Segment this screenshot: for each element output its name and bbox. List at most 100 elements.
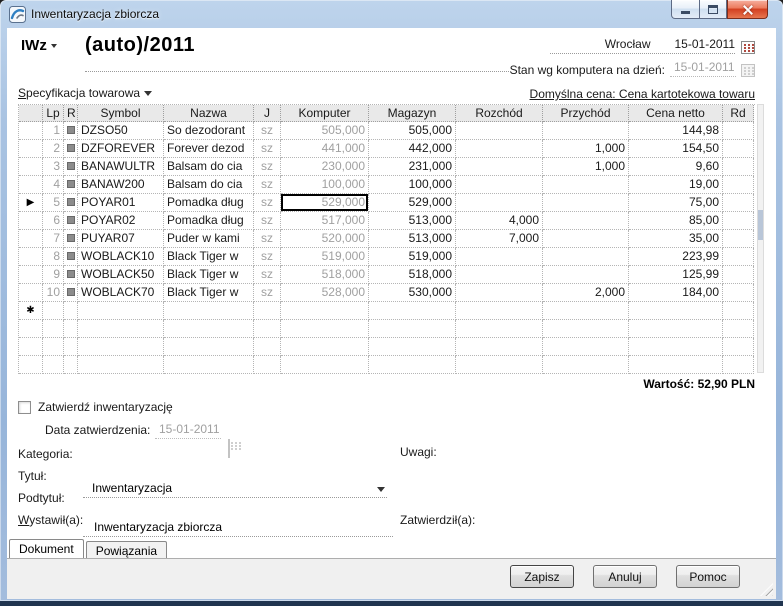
cell-symbol[interactable]: BANAW200 (78, 176, 164, 194)
cell-rd[interactable] (723, 212, 754, 230)
cell-r[interactable] (64, 230, 78, 248)
row-marker[interactable] (19, 158, 43, 176)
cell-rd[interactable] (723, 122, 754, 140)
cell-cena-netto[interactable]: 184,00 (629, 284, 723, 302)
cell-przychod[interactable] (543, 176, 629, 194)
cell-j[interactable]: sz (254, 266, 281, 284)
cell-j[interactable]: sz (254, 230, 281, 248)
cell-komputer[interactable]: 441,000 (281, 140, 369, 158)
cell-cena-netto[interactable]: 125,99 (629, 266, 723, 284)
cell-magazyn[interactable]: 231,000 (369, 158, 456, 176)
row-marker[interactable] (19, 230, 43, 248)
cell-symbol[interactable]: POYAR02 (78, 212, 164, 230)
cell-r[interactable] (64, 140, 78, 158)
row-marker[interactable] (19, 122, 43, 140)
approve-checkbox[interactable] (18, 401, 31, 414)
new-row-cell[interactable] (456, 302, 543, 320)
cell-rd[interactable] (723, 140, 754, 158)
new-row-cell[interactable] (164, 302, 254, 320)
cell-rozchod[interactable]: 4,000 (456, 212, 543, 230)
spec-dropdown[interactable]: Specyfikacja towarowa (18, 86, 152, 100)
cell-magazyn[interactable]: 518,000 (369, 266, 456, 284)
cell-lp[interactable]: 7 (43, 230, 64, 248)
cell-symbol[interactable]: WOBLACK10 (78, 248, 164, 266)
cell-j[interactable]: sz (254, 176, 281, 194)
cell-magazyn[interactable]: 100,000 (369, 176, 456, 194)
cell-cena-netto[interactable]: 75,00 (629, 194, 723, 212)
cell-komputer[interactable]: 528,000 (281, 284, 369, 302)
cell-rozchod[interactable]: 7,000 (456, 230, 543, 248)
cell-nazwa[interactable]: Black Tiger w (164, 266, 254, 284)
cell-przychod[interactable] (543, 122, 629, 140)
cell-magazyn[interactable]: 513,000 (369, 212, 456, 230)
tab-dokument[interactable]: Dokument (9, 539, 84, 558)
cell-rd[interactable] (723, 158, 754, 176)
cancel-button[interactable]: Anuluj (593, 565, 657, 588)
cell-cena-netto[interactable]: 9,60 (629, 158, 723, 176)
cell-cena-netto[interactable]: 19,00 (629, 176, 723, 194)
cell-przychod[interactable]: 1,000 (543, 158, 629, 176)
cell-przychod[interactable] (543, 194, 629, 212)
cell-r[interactable] (64, 248, 78, 266)
row-marker[interactable] (19, 266, 43, 284)
cell-j[interactable]: sz (254, 122, 281, 140)
cell-lp[interactable]: 10 (43, 284, 64, 302)
cell-nazwa[interactable]: Black Tiger w (164, 248, 254, 266)
cell-magazyn[interactable]: 530,000 (369, 284, 456, 302)
row-marker[interactable] (19, 248, 43, 266)
cell-lp[interactable]: 4 (43, 176, 64, 194)
cell-j[interactable]: sz (254, 248, 281, 266)
cell-magazyn[interactable]: 519,000 (369, 248, 456, 266)
new-row-cell[interactable] (543, 302, 629, 320)
cell-komputer[interactable]: 529,000 (281, 194, 369, 212)
cell-lp[interactable]: 3 (43, 158, 64, 176)
cell-lp[interactable]: 5 (43, 194, 64, 212)
cell-symbol[interactable]: WOBLACK50 (78, 266, 164, 284)
resize-grip-icon[interactable] (760, 583, 773, 596)
calendar-icon[interactable] (741, 41, 755, 54)
help-button[interactable]: Pomoc (676, 565, 740, 588)
cell-cena-netto[interactable]: 35,00 (629, 230, 723, 248)
cell-magazyn[interactable]: 442,000 (369, 140, 456, 158)
close-button[interactable] (727, 0, 768, 19)
cell-r[interactable] (64, 284, 78, 302)
cell-r[interactable] (64, 266, 78, 284)
cell-nazwa[interactable]: Pomadka dług (164, 212, 254, 230)
default-price-link[interactable]: Domyślna cena: Cena kartotekowa towaru (530, 87, 755, 101)
new-row-cell[interactable] (629, 302, 723, 320)
cell-rozchod[interactable] (456, 194, 543, 212)
cell-symbol[interactable]: PUYAR07 (78, 230, 164, 248)
cell-komputer[interactable]: 505,000 (281, 122, 369, 140)
approve-checkbox-row[interactable]: Zatwierdź inwentaryzację (18, 400, 173, 414)
new-row-cell[interactable] (369, 302, 456, 320)
cell-przychod[interactable]: 2,000 (543, 284, 629, 302)
cell-rd[interactable] (723, 266, 754, 284)
cell-rozchod[interactable] (456, 158, 543, 176)
cell-komputer[interactable]: 230,000 (281, 158, 369, 176)
titlebar[interactable]: Inwentaryzacja zbiorcza (0, 0, 783, 28)
cell-symbol[interactable]: BANAWULTR (78, 158, 164, 176)
category-dropdown-arrow-icon[interactable] (377, 487, 385, 492)
row-marker[interactable] (19, 176, 43, 194)
cell-j[interactable]: sz (254, 140, 281, 158)
save-button[interactable]: Zapisz (510, 565, 574, 588)
cell-symbol[interactable]: DZSO50 (78, 122, 164, 140)
cell-r[interactable] (64, 176, 78, 194)
cell-cena-netto[interactable]: 223,99 (629, 248, 723, 266)
maximize-button[interactable] (700, 0, 727, 19)
cell-rozchod[interactable] (456, 248, 543, 266)
cell-j[interactable]: sz (254, 194, 281, 212)
cell-magazyn[interactable]: 505,000 (369, 122, 456, 140)
cell-przychod[interactable] (543, 266, 629, 284)
new-row-cell[interactable] (281, 302, 369, 320)
cell-rozchod[interactable] (456, 140, 543, 158)
cell-rd[interactable] (723, 248, 754, 266)
cell-cena-netto[interactable]: 154,50 (629, 140, 723, 158)
minimize-button[interactable] (671, 0, 700, 19)
cell-cena-netto[interactable]: 144,98 (629, 122, 723, 140)
new-row-asterisk-icon[interactable]: ✱ (19, 302, 43, 320)
new-row-cell[interactable] (43, 302, 64, 320)
cell-rozchod[interactable] (456, 176, 543, 194)
cell-cena-netto[interactable]: 85,00 (629, 212, 723, 230)
cell-lp[interactable]: 8 (43, 248, 64, 266)
